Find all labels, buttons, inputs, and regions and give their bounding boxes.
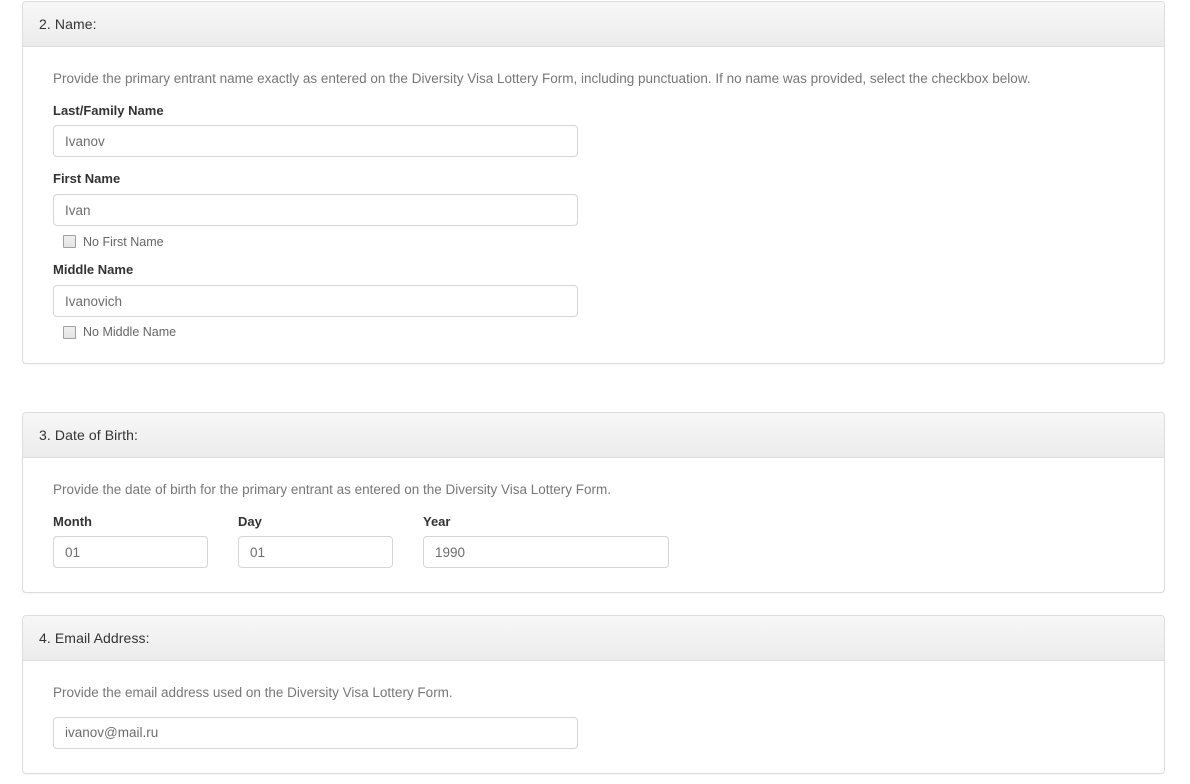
no-middle-name-checkbox-row[interactable]: No Middle Name (63, 325, 1134, 340)
no-middle-name-label: No Middle Name (83, 325, 177, 340)
first-name-input[interactable] (53, 194, 578, 227)
email-input[interactable] (53, 716, 578, 749)
section-date-of-birth-title: 3. Date of Birth: (39, 427, 138, 443)
date-of-birth-row: Month Day Year (53, 514, 1134, 569)
section-email-address-header: 4. Email Address: (23, 616, 1164, 661)
field-birth-year: Year (423, 514, 669, 569)
no-first-name-label: No First Name (83, 234, 164, 249)
section-date-of-birth-header: 3. Date of Birth: (23, 413, 1164, 458)
birth-day-label: Day (238, 513, 262, 529)
last-name-input[interactable] (53, 125, 578, 158)
middle-name-input[interactable] (53, 285, 578, 318)
birth-day-input[interactable] (238, 536, 393, 569)
no-first-name-checkbox-row[interactable]: No First Name (63, 234, 1134, 249)
section-name-title: 2. Name: (39, 16, 97, 32)
no-middle-name-checkbox[interactable] (63, 326, 76, 340)
section-date-of-birth-help-text: Provide the date of birth for the primar… (53, 482, 612, 497)
section-email-address-title: 4. Email Address: (39, 630, 150, 646)
birth-year-label: Year (423, 513, 451, 529)
no-first-name-checkbox[interactable] (63, 235, 76, 249)
birth-month-input[interactable] (53, 536, 208, 569)
section-email-address-help-text: Provide the email address used on the Di… (53, 685, 453, 700)
form-page: 2. Name: Provide the primary entrant nam… (0, 0, 1190, 784)
field-birth-month: Month (53, 514, 238, 569)
first-name-label: First Name (53, 171, 121, 187)
section-name-body: Provide the primary entrant name exactly… (23, 47, 1164, 363)
field-middle-name: Middle Name No Middle Name (53, 262, 1134, 340)
section-date-of-birth-body: Provide the date of birth for the primar… (23, 458, 1164, 592)
section-email-address: 4. Email Address: Provide the email addr… (22, 615, 1165, 774)
section-name-help-text: Provide the primary entrant name exactly… (53, 71, 1031, 86)
field-last-name: Last/Family Name (53, 103, 1134, 158)
birth-year-input[interactable] (423, 536, 669, 569)
section-name-header: 2. Name: (23, 2, 1164, 47)
birth-month-label: Month (53, 513, 92, 529)
section-email-address-body: Provide the email address used on the Di… (23, 661, 1164, 773)
field-birth-day: Day (238, 514, 423, 569)
middle-name-label: Middle Name (53, 262, 134, 278)
section-date-of-birth: 3. Date of Birth: Provide the date of bi… (22, 412, 1165, 594)
field-email (53, 716, 1134, 749)
field-first-name: First Name No First Name (53, 171, 1134, 249)
last-name-label: Last/Family Name (53, 102, 164, 118)
section-name: 2. Name: Provide the primary entrant nam… (22, 1, 1165, 365)
